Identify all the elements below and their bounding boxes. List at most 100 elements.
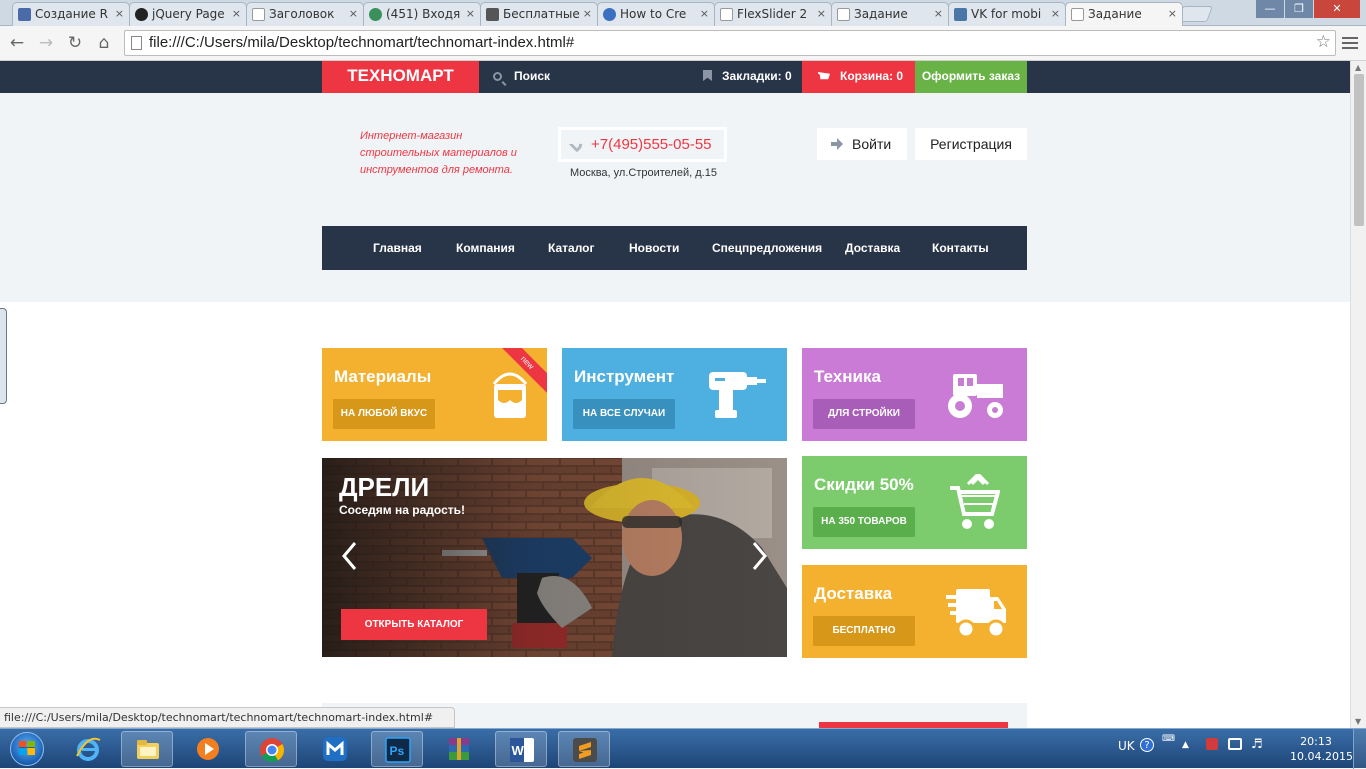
scroll-up-icon[interactable]: ▲ — [1355, 63, 1361, 72]
bookmarks-link[interactable]: Закладки: 0 — [703, 61, 792, 93]
home-icon[interactable]: ⌂ — [93, 32, 115, 54]
taskbar-app[interactable] — [309, 731, 361, 767]
reload-icon[interactable]: ↻ — [64, 32, 86, 54]
tab-title: Создание R — [35, 7, 108, 21]
taskbar-app[interactable]: Ps — [371, 731, 423, 767]
browser-tab[interactable]: How to Cre × — [597, 2, 715, 26]
close-window-icon[interactable]: ✕ — [1314, 0, 1360, 18]
keyboard-icon[interactable]: ⌨ — [1162, 734, 1175, 744]
cart-link[interactable]: Корзина: 0 — [802, 61, 915, 93]
browser-tab[interactable]: Заголовок × — [246, 2, 364, 26]
address: Москва, ул.Строителей, д.15 — [570, 167, 717, 179]
tab-close-icon[interactable]: × — [583, 7, 592, 20]
cart-label: Корзина: 0 — [840, 69, 904, 83]
photoshop-icon: Ps — [385, 737, 411, 763]
tab-close-icon[interactable]: × — [466, 7, 475, 20]
tile-delivery[interactable]: Доставка БЕСПЛАТНО — [802, 565, 1027, 658]
start-button[interactable] — [4, 731, 52, 767]
help-icon[interactable]: ? — [1140, 738, 1154, 752]
browser-tab-active[interactable]: Задание × — [1065, 2, 1183, 26]
slider-next-icon[interactable] — [752, 541, 768, 571]
nav-item-catalog[interactable]: Каталог — [548, 226, 595, 270]
tab-close-icon[interactable]: × — [1168, 7, 1177, 20]
browser-tab[interactable]: (451) Входя × — [363, 2, 481, 26]
browser-menu-icon[interactable] — [1342, 34, 1358, 52]
login-button[interactable]: Войти — [817, 128, 907, 160]
address-text: file:///C:/Users/mila/Desktop/technomart… — [149, 34, 575, 51]
slider-title: ДРЕЛИ — [339, 472, 430, 502]
tab-close-icon[interactable]: × — [115, 7, 124, 20]
system-clock[interactable]: 20:13 10.04.2015 — [1290, 734, 1353, 764]
site-header: Интернет-магазин строительных материалов… — [0, 93, 1350, 302]
browser-tab[interactable]: Создание R × — [12, 2, 130, 26]
nav-item-home[interactable]: Главная — [373, 226, 422, 270]
bookmark-star-icon[interactable]: ☆ — [1316, 32, 1331, 52]
slider-prev-icon[interactable] — [341, 541, 357, 571]
page-scrollbar[interactable]: ▲ ▼ — [1350, 61, 1366, 728]
login-label: Войти — [852, 136, 892, 152]
tile-machinery[interactable]: Техника ДЛЯ СТРОЙКИ — [802, 348, 1027, 441]
tray-expand-icon[interactable]: ▲ — [1182, 740, 1189, 750]
taskbar-app[interactable] — [121, 731, 173, 767]
nav-item-delivery[interactable]: Доставка — [845, 226, 900, 270]
tile-button[interactable]: ДЛЯ СТРОЙКИ — [813, 399, 915, 429]
tile-materials[interactable]: new Материалы НА ЛЮБОЙ ВКУС — [322, 348, 547, 441]
taskbar-app[interactable] — [558, 731, 610, 767]
tile-button[interactable]: НА 350 ТОВАРОВ — [813, 507, 915, 537]
browser-tab[interactable]: Бесплатные × — [480, 2, 598, 26]
open-catalog-button[interactable]: ОТКРЫТЬ КАТАЛОГ — [341, 609, 487, 640]
promo-slider: ДРЕЛИ Соседям на радость! ОТКРЫТЬ КАТАЛО… — [322, 458, 787, 657]
bookmark-icon — [703, 70, 712, 81]
minimize-icon[interactable]: — — [1256, 0, 1284, 18]
tab-close-icon[interactable]: × — [934, 7, 943, 20]
nav-item-company[interactable]: Компания — [456, 226, 515, 270]
site-logo[interactable]: ТЕХНОМАРТ — [322, 61, 479, 96]
nav-item-contacts[interactable]: Контакты — [932, 226, 989, 270]
browser-tab[interactable]: jQuery Page × — [129, 2, 247, 26]
clock-time: 20:13 — [1300, 735, 1332, 748]
tile-button[interactable]: НА ВСЕ СЛУЧАИ — [573, 399, 675, 429]
restore-icon[interactable]: ❐ — [1285, 0, 1313, 18]
tab-title: Задание — [1088, 7, 1142, 21]
nav-item-special-offers[interactable]: Спецпредложения — [712, 226, 822, 270]
back-icon[interactable]: ← — [6, 32, 28, 54]
tab-close-icon[interactable]: × — [232, 7, 241, 20]
show-desktop-button[interactable] — [1353, 729, 1366, 769]
bookmarks-label: Закладки: 0 — [722, 69, 792, 83]
browser-tab[interactable]: Задание × — [831, 2, 949, 26]
register-button[interactable]: Регистрация — [915, 128, 1027, 160]
language-indicator[interactable]: UK — [1118, 739, 1135, 753]
browser-tab[interactable]: VK for mobi × — [948, 2, 1066, 26]
address-bar[interactable]: file:///C:/Users/mila/Desktop/technomart… — [124, 30, 1336, 56]
taskbar-app[interactable] — [433, 731, 485, 767]
tile-discounts[interactable]: Скидки 50% НА 350 ТОВАРОВ — [802, 456, 1027, 549]
taskbar-app[interactable]: W — [495, 731, 547, 767]
network-icon[interactable] — [1228, 738, 1242, 750]
tab-close-icon[interactable]: × — [349, 7, 358, 20]
media-player-icon — [197, 738, 219, 760]
phone-icon — [568, 135, 586, 153]
tile-title: Инструмент — [574, 367, 675, 386]
nav-item-news[interactable]: Новости — [629, 226, 679, 270]
desktop-gadget[interactable] — [0, 308, 7, 404]
scroll-down-icon[interactable]: ▼ — [1355, 717, 1361, 726]
browser-tab[interactable]: FlexSlider 2 × — [714, 2, 832, 26]
taskbar-app[interactable] — [182, 731, 234, 767]
taskbar-app[interactable] — [62, 731, 114, 767]
tab-close-icon[interactable]: × — [700, 7, 709, 20]
site-favicon-icon — [369, 8, 382, 21]
shopping-cart-icon — [950, 474, 1000, 529]
tile-button[interactable]: НА ЛЮБОЙ ВКУС — [333, 399, 435, 429]
forward-icon[interactable]: → — [35, 32, 57, 54]
volume-icon[interactable]: ♬ — [1251, 737, 1263, 752]
checkout-button[interactable]: Оформить заказ — [915, 61, 1027, 93]
tile-tools[interactable]: Инструмент НА ВСЕ СЛУЧАИ — [562, 348, 787, 441]
tile-button[interactable]: БЕСПЛАТНО — [813, 616, 915, 646]
scrollbar-thumb[interactable] — [1354, 74, 1364, 226]
file-explorer-icon — [137, 740, 159, 759]
tab-close-icon[interactable]: × — [1051, 7, 1060, 20]
search-link[interactable]: Поиск — [493, 61, 550, 93]
tab-close-icon[interactable]: × — [817, 7, 826, 20]
taskbar-app[interactable] — [245, 731, 297, 767]
flag-icon[interactable] — [1206, 738, 1218, 750]
